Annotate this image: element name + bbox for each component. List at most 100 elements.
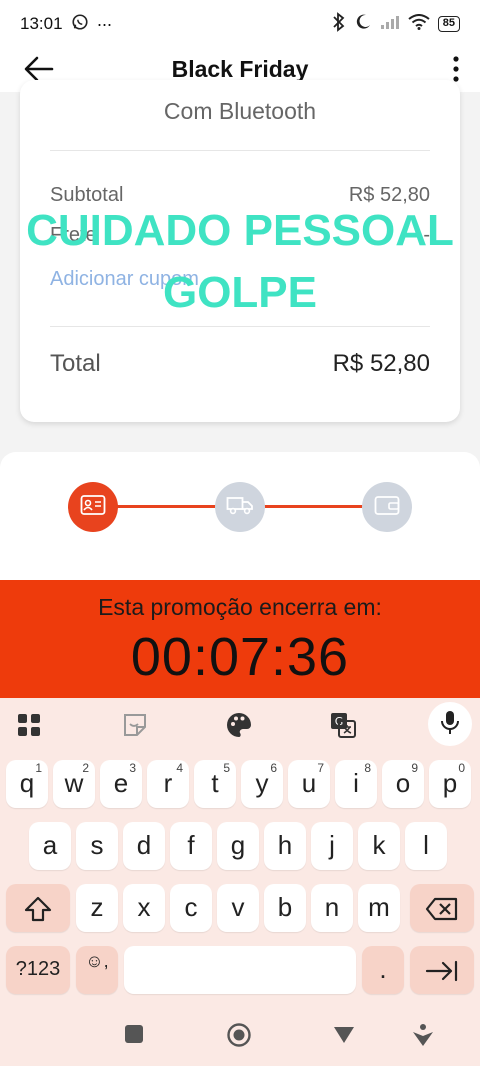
key-s[interactable]: s (76, 822, 118, 870)
key-g[interactable]: g (217, 822, 259, 870)
subtotal-value: R$ 52,80 (348, 184, 430, 206)
theme-palette-icon[interactable] (222, 708, 256, 742)
key-label: h (277, 830, 293, 860)
key-d[interactable]: d (123, 822, 165, 870)
bluetooth-icon (332, 11, 346, 37)
key-w[interactable]: w2 (53, 760, 95, 808)
key-f[interactable]: f (170, 822, 212, 870)
key-label: u (301, 768, 317, 798)
keyboard-toolbar: G (0, 698, 480, 752)
key-k[interactable]: k (358, 822, 400, 870)
key-label: g (230, 830, 246, 860)
key-m[interactable]: m (358, 884, 400, 932)
key-b[interactable]: b (264, 884, 306, 932)
key-r[interactable]: r4 (147, 760, 189, 808)
key-i[interactable]: i8 (335, 760, 377, 808)
watermark-line-2: GOLPE (162, 268, 318, 317)
key-p[interactable]: p0 (429, 760, 471, 808)
divider (50, 326, 430, 327)
divider (50, 150, 430, 151)
status-bar: 13:01 ··· 85 (0, 0, 480, 48)
backspace-key[interactable] (410, 884, 474, 932)
total-label: Total (50, 350, 101, 377)
key-q[interactable]: q1 (6, 760, 48, 808)
key-a[interactable]: a (29, 822, 71, 870)
back-triangle-icon[interactable] (332, 1022, 356, 1046)
shift-arrow-icon (23, 892, 53, 922)
key-label: p (442, 768, 458, 798)
key-x[interactable]: x (123, 884, 165, 932)
symbols-key[interactable]: ?123 (6, 946, 70, 994)
product-variant: Com Bluetooth (163, 98, 317, 124)
key-label: k (372, 830, 386, 860)
key-hint: 6 (270, 761, 277, 775)
key-label: a (42, 830, 58, 860)
key-j[interactable]: j (311, 822, 353, 870)
emoji-comma-key[interactable]: ☺, (76, 946, 118, 994)
space-bar[interactable] (124, 946, 356, 994)
key-hint: 1 (35, 761, 42, 775)
key-hint: 3 (129, 761, 136, 775)
key-hint: 4 (176, 761, 183, 775)
key-hint: 8 (364, 761, 371, 775)
total-value: R$ 52,80 (332, 350, 430, 377)
key-h[interactable]: h (264, 822, 306, 870)
system-nav-bar (0, 1000, 480, 1066)
step-payment[interactable] (362, 482, 412, 532)
next-key[interactable] (410, 946, 474, 994)
key-label: j (329, 830, 335, 860)
key-label: e (113, 768, 129, 798)
key-e[interactable]: e3 (100, 760, 142, 808)
key-n[interactable]: n (311, 884, 353, 932)
key-label: x (137, 892, 151, 922)
translate-icon[interactable]: G (326, 708, 360, 742)
key-label: t (211, 768, 219, 798)
key-label: l (423, 830, 429, 860)
apps-grid-icon[interactable] (12, 708, 46, 742)
key-hint: 7 (317, 761, 324, 775)
key-y[interactable]: y6 (241, 760, 283, 808)
key-label: w (64, 768, 84, 798)
home-circle-icon[interactable] (226, 1022, 251, 1047)
key-label: s (90, 830, 104, 860)
key-label: o (395, 768, 411, 798)
shift-key[interactable] (6, 884, 70, 932)
promo-countdown-banner: Esta promoção encerra em: 00:07:36 (0, 580, 480, 698)
key-v[interactable]: v (217, 884, 259, 932)
key-l[interactable]: l (405, 822, 447, 870)
recents-square-icon[interactable] (122, 1022, 146, 1046)
checkout-steps (0, 452, 480, 582)
truck-icon (226, 494, 254, 521)
sticker-icon[interactable] (118, 708, 152, 742)
subtotal-label: Subtotal (50, 184, 124, 206)
step-shipping[interactable] (215, 482, 265, 532)
key-hint: 2 (82, 761, 89, 775)
more-notifications-icon: ··· (96, 13, 113, 34)
accessibility-icon[interactable] (410, 1022, 434, 1046)
key-hint: 9 (411, 761, 418, 775)
key-label: r (163, 768, 173, 798)
key-label: m (368, 892, 390, 922)
moon-icon (354, 13, 372, 36)
key-label: f (187, 830, 195, 860)
step-connector (116, 505, 216, 508)
microphone-button[interactable] (428, 702, 472, 746)
step-identification[interactable] (68, 482, 118, 532)
key-hint: 0 (458, 761, 465, 775)
key-c[interactable]: c (170, 884, 212, 932)
key-label: q (19, 768, 35, 798)
key-z[interactable]: z (76, 884, 118, 932)
promo-label: Esta promoção encerra em: (98, 594, 382, 620)
key-t[interactable]: t5 (194, 760, 236, 808)
whatsapp-icon (71, 13, 89, 36)
key-label: y (255, 768, 269, 798)
key-u[interactable]: u7 (288, 760, 330, 808)
key-o[interactable]: o9 (382, 760, 424, 808)
id-card-icon (80, 494, 106, 521)
key-label: z (90, 892, 104, 922)
period-key[interactable]: . (362, 946, 404, 994)
key-hint: 5 (223, 761, 230, 775)
battery-indicator: 85 (437, 16, 460, 32)
next-arrow-icon (425, 954, 459, 984)
key-label: d (136, 830, 152, 860)
